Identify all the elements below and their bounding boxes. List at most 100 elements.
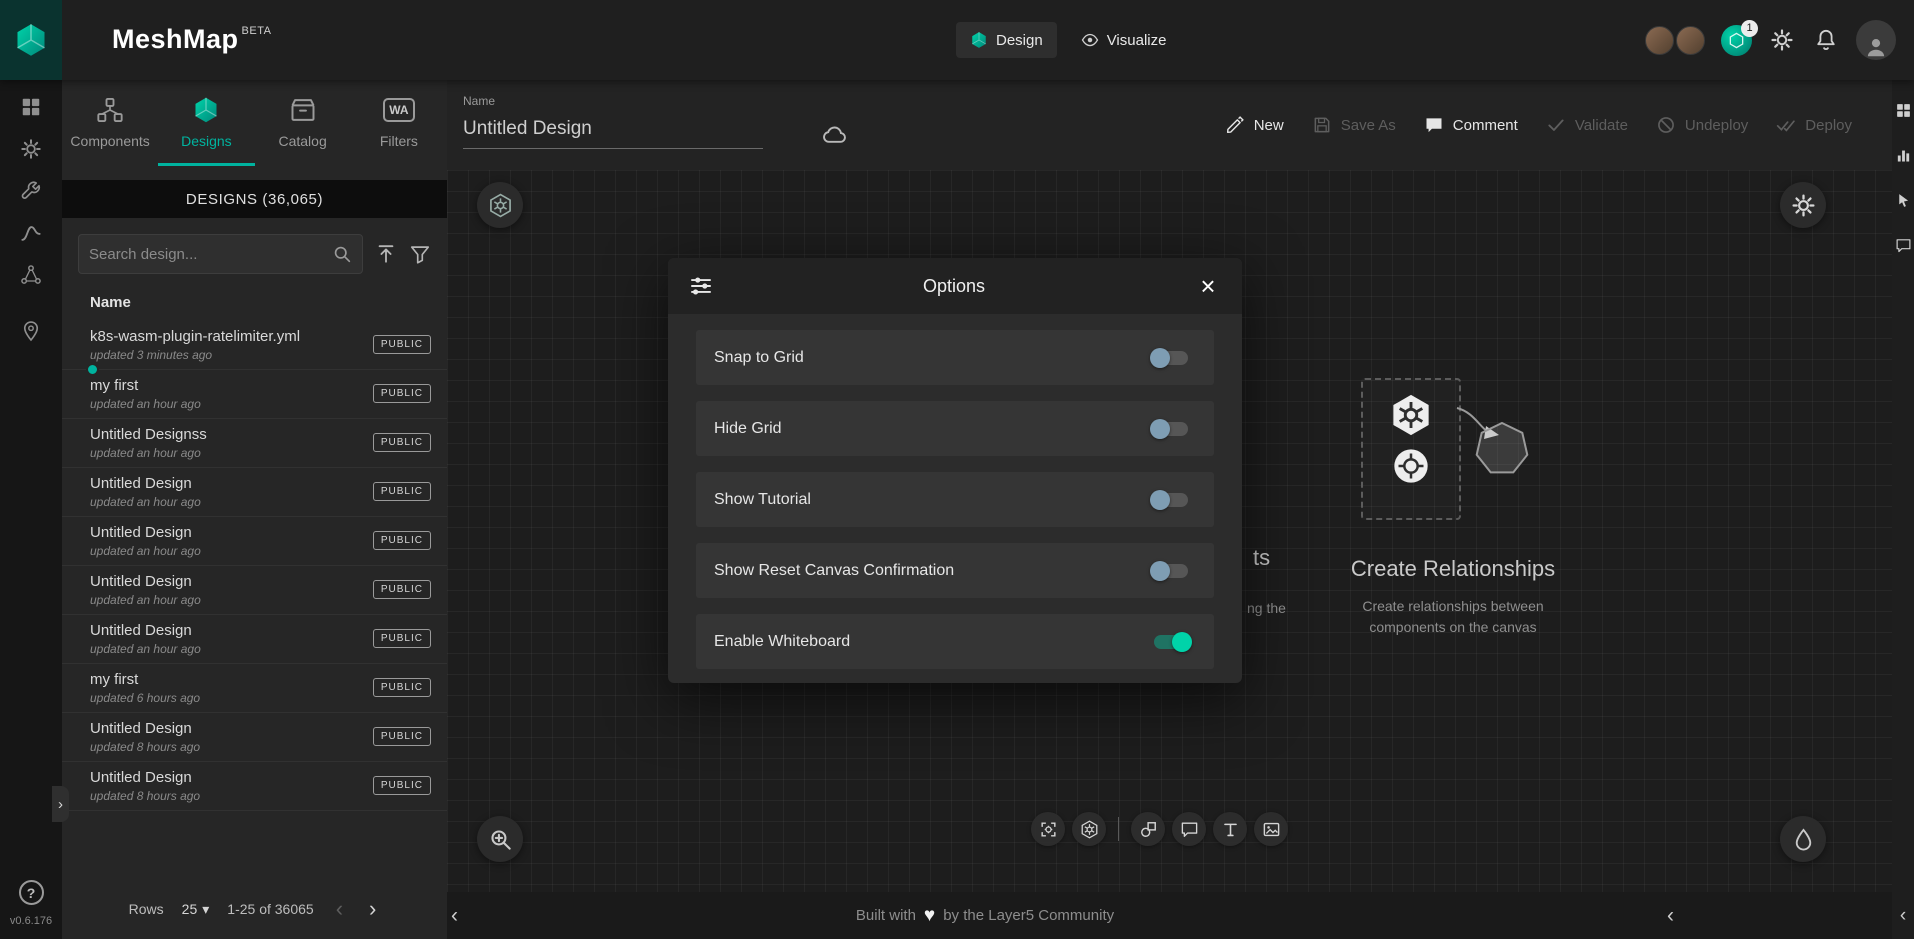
- design-name-input[interactable]: [463, 116, 763, 149]
- app-title: MeshMapBETA: [112, 24, 271, 55]
- caret-down-icon: ▾: [202, 901, 209, 918]
- tab-catalog[interactable]: Catalog: [255, 80, 351, 166]
- hidden-tutorial-description-fragment: ng the: [1247, 600, 1286, 616]
- design-list-item[interactable]: Untitled Design updated 8 hours ago PUBL…: [62, 762, 447, 811]
- visibility-badge: PUBLIC: [373, 482, 431, 501]
- visibility-badge: PUBLIC: [373, 727, 431, 746]
- tab-label: Filters: [380, 133, 418, 149]
- option-row-hide-grid: Hide Grid: [696, 401, 1214, 456]
- cursor-icon[interactable]: [1895, 192, 1912, 209]
- visualize-mode-button[interactable]: Visualize: [1067, 22, 1181, 58]
- tab-filters[interactable]: WA Filters: [351, 80, 447, 166]
- eye-icon: [1081, 31, 1099, 49]
- shapes-tool[interactable]: [1131, 812, 1165, 846]
- design-list-item[interactable]: Untitled Design updated an hour ago PUBL…: [62, 468, 447, 517]
- validate-button[interactable]: Validate: [1546, 115, 1628, 135]
- undeploy-button[interactable]: Undeploy: [1656, 115, 1748, 135]
- visibility-badge: PUBLIC: [373, 531, 431, 550]
- previous-page-button[interactable]: ‹: [332, 899, 347, 919]
- design-list-item[interactable]: my first updated an hour ago PUBLIC: [62, 370, 447, 419]
- option-label: Show Tutorial: [714, 491, 811, 509]
- option-label: Snap to Grid: [714, 349, 804, 367]
- close-icon[interactable]: ×: [1194, 272, 1222, 300]
- design-list-item[interactable]: Untitled Designss updated an hour ago PU…: [62, 419, 447, 468]
- performance-curve-icon[interactable]: [20, 222, 42, 244]
- configuration-wrench-icon[interactable]: [20, 180, 42, 202]
- panel-expander-handle[interactable]: ›: [52, 786, 69, 822]
- text-tool[interactable]: [1213, 812, 1247, 846]
- tutorial-title: Create Relationships: [1273, 556, 1633, 582]
- expand-right-dock-chevron-icon[interactable]: ‹: [1892, 905, 1914, 927]
- collapse-left-chevron-icon[interactable]: ‹: [451, 904, 458, 928]
- panel-tabs: Components Designs Catalog WA Filters: [62, 80, 447, 166]
- chart-icon[interactable]: [1895, 147, 1912, 164]
- design-list-item[interactable]: Untitled Design updated 8 hours ago PUBL…: [62, 713, 447, 762]
- person-icon: [1863, 34, 1889, 60]
- help-button[interactable]: ?: [19, 880, 44, 905]
- design-list-item[interactable]: my first updated 6 hours ago PUBLIC: [62, 664, 447, 713]
- lifecycle-gear-icon[interactable]: [20, 138, 42, 160]
- design-name: Untitled Design: [90, 720, 340, 737]
- media-tool[interactable]: [1254, 812, 1288, 846]
- show-tutorial-toggle[interactable]: [1150, 489, 1192, 511]
- designs-panel: Components Designs Catalog WA Filters DE…: [62, 80, 447, 939]
- component-scan-tool[interactable]: [1031, 812, 1065, 846]
- kubernetes-quick-button[interactable]: [477, 182, 523, 228]
- owner-avatar: [86, 363, 99, 376]
- dashboard-icon[interactable]: [20, 96, 42, 118]
- layer5-logo[interactable]: [0, 0, 62, 80]
- hide-grid-toggle[interactable]: [1150, 418, 1192, 440]
- zoom-button[interactable]: [477, 816, 523, 862]
- design-mode-button[interactable]: Design: [956, 22, 1057, 58]
- search-input[interactable]: [89, 246, 332, 263]
- right-dock-icons: [1892, 80, 1914, 254]
- design-list: k8s-wasm-plugin-ratelimiter.yml updated …: [62, 321, 447, 811]
- design-list-item[interactable]: Untitled Design updated an hour ago PUBL…: [62, 566, 447, 615]
- comment-tool[interactable]: [1172, 812, 1206, 846]
- design-toolbar: Name New Save As Comment: [447, 80, 1892, 170]
- zoom-in-icon: [488, 827, 513, 852]
- collaborator-avatar[interactable]: [1645, 26, 1674, 55]
- collapse-dock-chevron-icon[interactable]: ‹: [1667, 904, 1674, 928]
- grid-view-icon[interactable]: [1895, 102, 1912, 119]
- reset-canvas-confirmation-toggle[interactable]: [1150, 560, 1192, 582]
- sync-status-button[interactable]: [821, 120, 849, 148]
- design-list-item[interactable]: Untitled Design updated an hour ago PUBL…: [62, 517, 447, 566]
- rows-per-page-select[interactable]: 25 ▾: [182, 901, 210, 918]
- kubernetes-tool[interactable]: [1072, 812, 1106, 846]
- designs-icon: [191, 95, 221, 125]
- image-icon: [1262, 820, 1281, 839]
- filter-button[interactable]: [409, 243, 431, 265]
- design-name: my first: [90, 377, 340, 394]
- tab-label: Components: [70, 133, 149, 149]
- enable-whiteboard-toggle[interactable]: [1150, 631, 1192, 653]
- notifications-button[interactable]: [1812, 26, 1840, 54]
- drop-icon: [1791, 827, 1816, 852]
- location-pin-icon[interactable]: [20, 320, 42, 342]
- snap-to-grid-toggle[interactable]: [1150, 347, 1192, 369]
- scan-gear-icon: [1039, 820, 1058, 839]
- next-page-button[interactable]: ›: [365, 899, 380, 919]
- tab-designs[interactable]: Designs: [158, 80, 254, 166]
- design-canvas[interactable]: ts ng the: [447, 170, 1892, 892]
- design-list-item[interactable]: Untitled Design updated an hour ago PUBL…: [62, 615, 447, 664]
- rail-icons: [0, 80, 62, 342]
- canvas-settings-button[interactable]: [1780, 182, 1826, 228]
- tab-components[interactable]: Components: [62, 80, 158, 166]
- new-design-button[interactable]: New: [1225, 115, 1284, 135]
- design-name: Untitled Design: [90, 524, 340, 541]
- wasm-filter-icon: WA: [384, 95, 414, 125]
- comment-button[interactable]: Comment: [1424, 115, 1518, 135]
- mesh-topology-icon[interactable]: [20, 264, 42, 286]
- collaborator-avatar[interactable]: [1676, 26, 1705, 55]
- comment-icon[interactable]: [1895, 237, 1912, 254]
- design-list-item[interactable]: k8s-wasm-plugin-ratelimiter.yml updated …: [62, 321, 447, 370]
- import-design-button[interactable]: [375, 243, 397, 265]
- snapshot-drop-button[interactable]: [1780, 816, 1826, 862]
- notification-badge-button[interactable]: 1: [1721, 25, 1752, 56]
- save-as-button[interactable]: Save As: [1312, 115, 1396, 135]
- option-row-show-tutorial: Show Tutorial: [696, 472, 1214, 527]
- settings-button[interactable]: [1768, 26, 1796, 54]
- user-avatar[interactable]: [1856, 20, 1896, 60]
- deploy-button[interactable]: Deploy: [1776, 115, 1852, 135]
